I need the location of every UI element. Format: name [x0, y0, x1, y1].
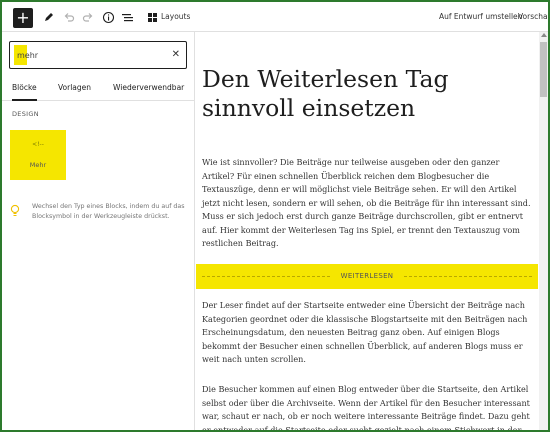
scrollbar-thumb[interactable]: [540, 42, 547, 97]
layouts-label: Layouts: [161, 12, 191, 21]
more-block-button[interactable]: <!-- Mehr: [10, 130, 66, 180]
more-block[interactable]: WEITERLESEN: [196, 264, 538, 289]
switch-to-draft-button[interactable]: Auf Entwurf umstellen: [439, 2, 522, 32]
paragraph-intro[interactable]: Wie ist sinnvoller? Die Beiträge nur tei…: [202, 156, 534, 251]
block-inserter-panel: ✕ Blöcke Vorlagen Wiederverwendbar DESIG…: [2, 32, 195, 430]
more-block-label: Mehr: [29, 161, 47, 169]
more-block-text: WEITERLESEN: [340, 272, 394, 280]
tip-text: Wechsel den Typ eines Blocks, indem du a…: [32, 203, 185, 220]
editor-scrollbar[interactable]: [539, 32, 548, 430]
block-search: ✕: [9, 41, 187, 69]
paragraph-third[interactable]: Die Besucher kommen auf einen Blog entwe…: [202, 383, 534, 430]
more-block-icon: <!--: [32, 141, 44, 148]
redo-icon[interactable]: [79, 8, 97, 26]
layouts-button[interactable]: Layouts: [148, 2, 190, 32]
close-icon[interactable]: ✕: [172, 42, 180, 68]
tab-reusable[interactable]: Wiederverwendbar: [113, 77, 184, 101]
tab-patterns[interactable]: Vorlagen: [58, 77, 91, 101]
tab-blocks[interactable]: Blöcke: [12, 77, 37, 101]
paragraph-second[interactable]: Der Leser findet auf der Startseite entw…: [202, 299, 534, 367]
post-title[interactable]: Den Weiterlesen Tag sinnvoll einsetzen: [202, 65, 522, 123]
editor-toolbar: + Layouts Auf Entwurf umstellen Vorschau: [2, 2, 548, 32]
inserter-tabs: Blöcke Vorlagen Wiederverwendbar: [2, 77, 195, 101]
list-view-icon[interactable]: [118, 8, 136, 26]
layouts-icon: [148, 12, 157, 22]
editor-canvas: Den Weiterlesen Tag sinnvoll einsetzen W…: [196, 32, 538, 430]
undo-icon[interactable]: [60, 8, 78, 26]
editor-window: + Layouts Auf Entwurf umstellen Vorschau…: [0, 0, 550, 432]
preview-button[interactable]: Vorschau: [518, 2, 548, 32]
scroll-up-icon[interactable]: [541, 33, 547, 37]
lightbulb-icon: [10, 204, 20, 216]
info-icon[interactable]: [99, 8, 117, 26]
add-block-button[interactable]: +: [13, 8, 33, 28]
search-input[interactable]: [17, 42, 167, 68]
pencil-icon[interactable]: [40, 8, 58, 26]
category-heading: DESIGN: [12, 110, 39, 118]
